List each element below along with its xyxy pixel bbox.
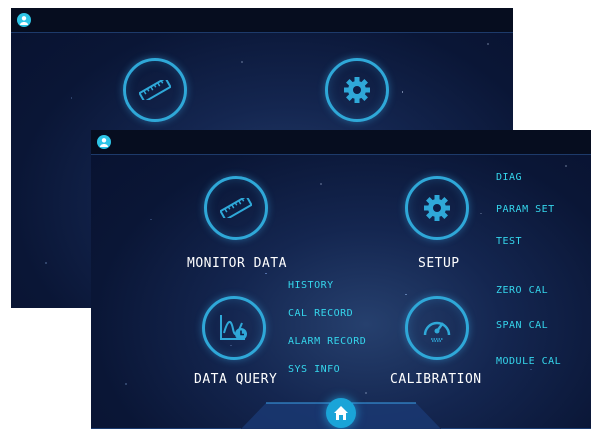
setup-button[interactable] — [405, 176, 469, 240]
diag-link[interactable]: DIAG — [496, 172, 522, 183]
home-icon — [334, 406, 348, 420]
home-button[interactable] — [326, 398, 356, 428]
data-query-label: DATA QUERY — [194, 372, 278, 387]
data-query-button[interactable] — [202, 296, 266, 360]
front-screen: MONITOR DATA SETUP DIAG PARAM SET TEST D… — [91, 130, 591, 429]
monitor-data-button[interactable] — [204, 176, 268, 240]
gauge-icon — [423, 321, 451, 342]
setup-button-back[interactable] — [325, 58, 389, 122]
ruler-icon — [220, 198, 252, 218]
front-topbar — [91, 130, 591, 155]
user-icon[interactable] — [17, 13, 31, 27]
calibration-label: CALIBRATION — [390, 372, 482, 387]
calibration-button[interactable] — [405, 296, 469, 360]
back-topbar — [11, 8, 513, 33]
test-link[interactable]: TEST — [496, 236, 522, 247]
param-set-link[interactable]: PARAM SET — [496, 204, 555, 215]
chart-clock-icon — [220, 315, 247, 340]
gear-icon — [344, 77, 370, 103]
span-cal-link[interactable]: SPAN CAL — [496, 320, 548, 331]
module-cal-link[interactable]: MODULE CAL — [496, 356, 561, 367]
cal-record-link[interactable]: CAL RECORD — [288, 308, 353, 319]
user-icon[interactable] — [97, 135, 111, 149]
zero-cal-link[interactable]: ZERO CAL — [496, 285, 548, 296]
bottom-dock — [91, 393, 591, 429]
setup-label: SETUP — [418, 256, 460, 271]
gear-icon — [424, 195, 450, 221]
monitor-data-label: MONITOR DATA — [187, 256, 287, 271]
monitor-data-button-back[interactable] — [123, 58, 187, 122]
alarm-record-link[interactable]: ALARM RECORD — [288, 336, 366, 347]
ruler-icon — [139, 80, 171, 100]
history-link[interactable]: HISTORY — [288, 280, 334, 291]
sys-info-link[interactable]: SYS INFO — [288, 364, 340, 375]
